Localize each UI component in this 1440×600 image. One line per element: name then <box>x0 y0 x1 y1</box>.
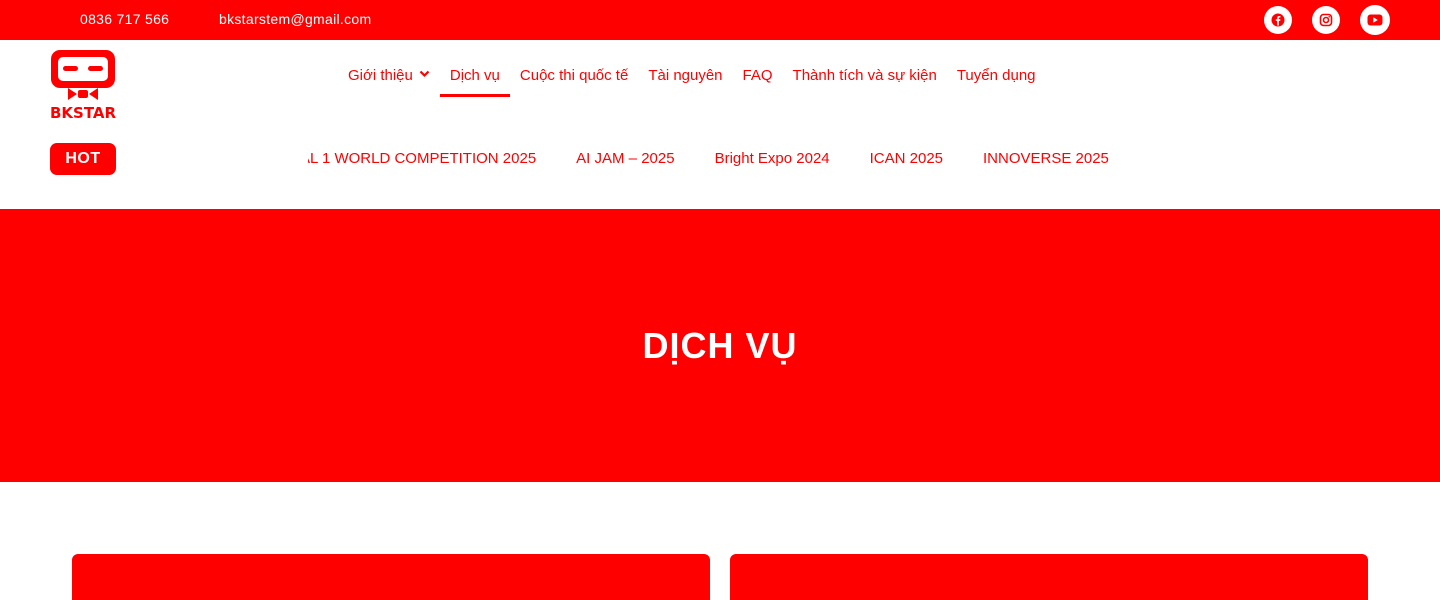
svg-text:BKSTAR: BKSTAR <box>50 104 117 121</box>
hot-news-item[interactable]: AI JAM – 2025 <box>576 150 674 167</box>
nav-item-thanh-tich[interactable]: Thành tích và sự kiện <box>783 57 947 97</box>
nav-item-cuoc-thi-quoc-te[interactable]: Cuộc thi quốc tế <box>510 57 638 97</box>
page-title: DỊCH VỤ <box>642 324 798 366</box>
nav-item-tai-nguyen[interactable]: Tài nguyên <box>638 57 732 97</box>
nav-item-dich-vu[interactable]: Dịch vụ <box>439 57 510 97</box>
youtube-link[interactable] <box>1360 5 1390 35</box>
nav-item-label: Cuộc thi quốc tế <box>519 67 629 84</box>
facebook-link[interactable] <box>1264 6 1292 34</box>
hot-news-item[interactable]: ICAN 2025 <box>870 150 943 167</box>
hot-badge: HOT <box>50 143 116 175</box>
nav-item-tuyen-dung[interactable]: Tuyển dụng <box>947 57 1046 97</box>
nav-item-gioi-thieu[interactable]: Giới thiệu <box>338 57 440 97</box>
service-card[interactable] <box>730 554 1368 600</box>
nav-item-faq[interactable]: FAQ <box>733 57 783 97</box>
hot-news-item[interactable]: INNOVERSE 2025 <box>983 150 1109 167</box>
nav-item-label: FAQ <box>742 67 773 84</box>
nav-item-label: Dịch vụ <box>449 67 500 84</box>
bkstar-logo-icon: BKSTAR <box>50 50 117 122</box>
main-nav: Giới thiệu Dịch vụ Cuộc thi quốc tế Tài … <box>338 57 1046 97</box>
instagram-icon <box>1319 13 1333 27</box>
service-card[interactable] <box>72 554 710 600</box>
nav-item-label: Thành tích và sự kiện <box>792 67 937 84</box>
nav-item-label: Giới thiệu <box>348 67 413 84</box>
facebook-icon <box>1271 13 1285 27</box>
hot-news-item[interactable]: AL 1 WORLD COMPETITION 2025 <box>308 150 536 167</box>
top-bar: 0836 717 566 bkstarstem@gmail.com <box>0 0 1440 40</box>
chevron-down-icon <box>419 70 430 78</box>
email-address[interactable]: bkstarstem@gmail.com <box>219 11 371 27</box>
instagram-link[interactable] <box>1312 6 1340 34</box>
youtube-icon <box>1367 14 1383 26</box>
hot-news-ticker: AL 1 WORLD COMPETITION 2025 AI JAM – 202… <box>308 143 1138 175</box>
hot-news-item[interactable]: Bright Expo 2024 <box>715 150 830 167</box>
hero-banner: DỊCH VỤ <box>0 209 1440 482</box>
nav-item-label: Tuyển dụng <box>956 67 1036 84</box>
site-logo[interactable]: BKSTAR <box>48 49 118 122</box>
nav-item-label: Tài nguyên <box>648 67 723 84</box>
phone-number[interactable]: 0836 717 566 <box>80 11 169 27</box>
